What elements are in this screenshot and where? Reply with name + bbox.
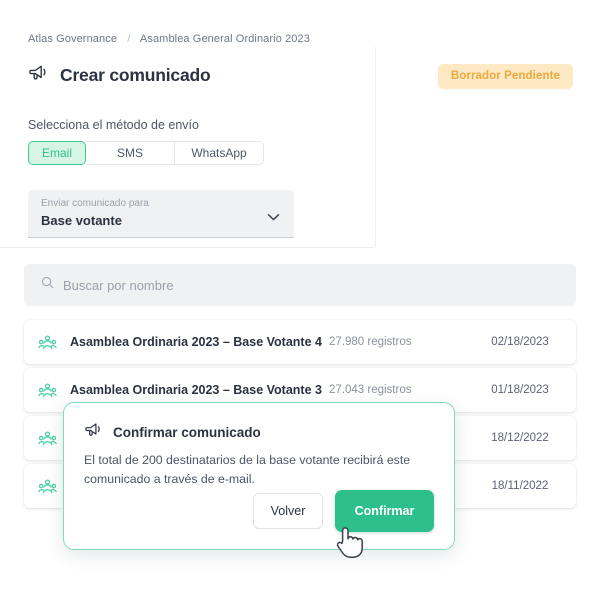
group-people-icon xyxy=(24,334,70,351)
row-record-count: 27.043 registros xyxy=(329,384,412,396)
search-icon xyxy=(41,276,54,294)
modal-body-text: El total de 200 destinatarios de la base… xyxy=(84,453,411,486)
confirm-communication-modal: Confirmar comunicado El total de 200 des… xyxy=(63,402,455,550)
breadcrumb: Atlas Governance / Asamblea General Ordi… xyxy=(28,33,310,45)
row-date: 01/18/2023 xyxy=(491,384,549,396)
search-input[interactable]: Buscar por nombre xyxy=(24,264,576,306)
search-placeholder: Buscar por nombre xyxy=(63,277,174,293)
megaphone-icon xyxy=(84,422,103,443)
megaphone-icon xyxy=(28,64,49,87)
page-title: Crear comunicado xyxy=(60,65,211,85)
send-method-toggle-group[interactable]: Email SMS WhatsApp xyxy=(28,141,264,165)
recipient-select[interactable]: Enviar comunicado para Base votante xyxy=(28,190,294,238)
breadcrumb-separator: / xyxy=(127,33,131,45)
modal-actions: Volver Confirmar xyxy=(253,490,434,532)
cancel-button[interactable]: Volver xyxy=(253,493,323,529)
recipient-select-label: Enviar comunicado para xyxy=(41,198,149,209)
row-date: 18/11/2022 xyxy=(491,480,549,492)
recipient-select-value: Base votante xyxy=(41,213,122,228)
page-title-row: Crear comunicado xyxy=(28,64,211,87)
row-date: 02/18/2023 xyxy=(491,336,549,348)
status-badge: Borrador Pendiente xyxy=(437,64,573,89)
confirm-button[interactable]: Confirmar xyxy=(335,490,434,532)
table-row[interactable]: Asamblea Ordinaria 2023 – Base Votante 4… xyxy=(24,320,576,364)
group-people-icon xyxy=(24,382,70,399)
breadcrumb-current[interactable]: Asamblea General Ordinario 2023 xyxy=(140,33,310,45)
breadcrumb-root[interactable]: Atlas Governance xyxy=(28,33,117,45)
method-tab-sms[interactable]: SMS xyxy=(86,141,175,165)
row-date: 18/12/2022 xyxy=(491,432,549,444)
row-record-count: 27.980 registros xyxy=(329,336,412,348)
method-tab-whatsapp[interactable]: WhatsApp xyxy=(175,141,264,165)
send-method-label: Selecciona el método de envío xyxy=(28,118,199,132)
row-name: Asamblea Ordinaria 2023 – Base Votante 3 xyxy=(70,383,322,397)
method-tab-email[interactable]: Email xyxy=(28,141,86,165)
modal-title-row: Confirmar comunicado xyxy=(84,422,261,443)
chevron-down-icon[interactable] xyxy=(267,209,280,227)
row-name: Asamblea Ordinaria 2023 – Base Votante 4 xyxy=(70,335,322,349)
modal-title: Confirmar comunicado xyxy=(113,425,261,440)
